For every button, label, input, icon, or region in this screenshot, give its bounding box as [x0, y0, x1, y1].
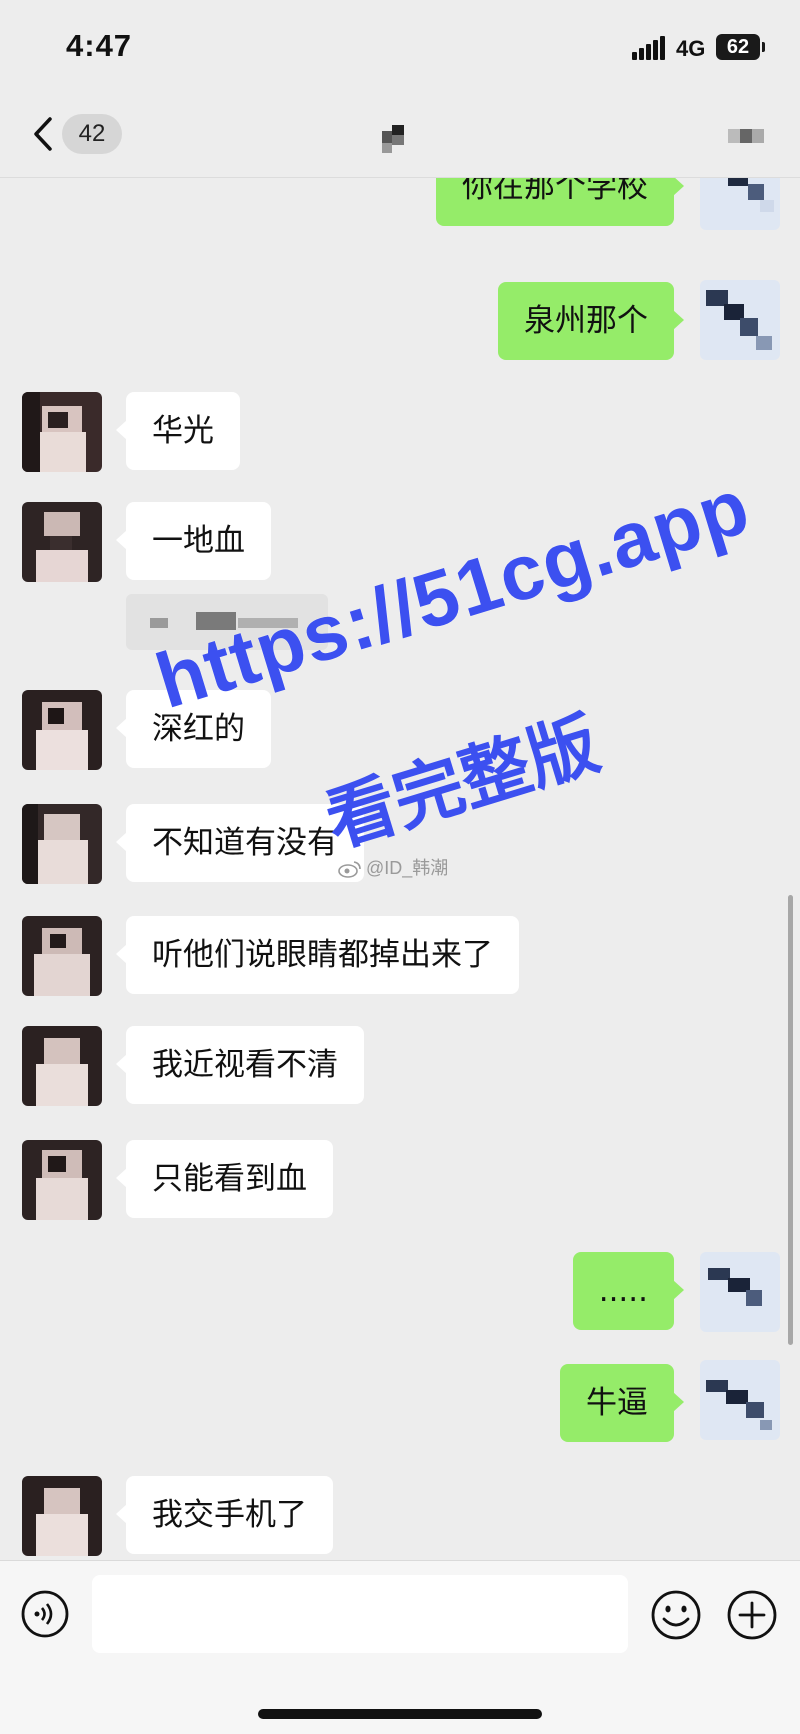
weibo-watermark: @ID_韩潮: [338, 854, 448, 880]
battery-level: 62: [726, 36, 750, 58]
message-row: 听他们说眼睛都掉出来了: [0, 916, 800, 996]
avatar[interactable]: [22, 1026, 102, 1106]
message-row: 只能看到血: [0, 1140, 800, 1220]
avatar[interactable]: [22, 502, 102, 582]
avatar[interactable]: [22, 392, 102, 472]
message-bubble[interactable]: 牛逼: [560, 1364, 684, 1442]
avatar[interactable]: [22, 804, 102, 884]
unread-count-badge[interactable]: 42: [62, 114, 122, 154]
message-bubble[interactable]: 泉州那个: [498, 282, 684, 360]
avatar[interactable]: [22, 1140, 102, 1220]
message-bubble[interactable]: 只能看到血: [116, 1140, 333, 1218]
message-row: 泉州那个: [0, 280, 800, 362]
network-type: 4G: [676, 36, 706, 61]
home-indicator: [258, 1709, 542, 1719]
voice-button[interactable]: [20, 1589, 70, 1639]
avatar[interactable]: [700, 1252, 780, 1332]
avatar[interactable]: [22, 1476, 102, 1556]
message-bubble[interactable]: 听他们说眼睛都掉出来了: [116, 916, 519, 994]
weibo-icon: [338, 861, 361, 879]
more-button[interactable]: [728, 125, 768, 147]
message-row: 你在那个学校: [0, 178, 800, 248]
plus-button[interactable]: [726, 1589, 778, 1641]
chat-title-censored: [382, 125, 418, 153]
chevron-left-icon: [34, 117, 52, 151]
avatar[interactable]: [700, 178, 780, 230]
message-bubble[interactable]: 我交手机了: [116, 1476, 333, 1554]
message-row: .....: [0, 1252, 800, 1332]
scrollbar[interactable]: [788, 895, 793, 1345]
battery-icon: 62: [716, 34, 765, 60]
avatar[interactable]: [22, 690, 102, 770]
signal-icon: [632, 36, 666, 60]
emoji-button[interactable]: [650, 1589, 702, 1641]
back-button[interactable]: [26, 113, 60, 155]
avatar[interactable]: [700, 280, 780, 360]
message-bubble[interactable]: .....: [572, 1252, 685, 1330]
message-bubble[interactable]: 一地血: [116, 502, 271, 580]
avatar[interactable]: [700, 1360, 780, 1440]
avatar[interactable]: [22, 916, 102, 996]
status-bar: 4:47 4G 62: [0, 0, 800, 95]
message-bubble[interactable]: 华光: [116, 392, 240, 470]
chat-header: 42: [0, 95, 800, 178]
message-row: 牛逼: [0, 1360, 800, 1444]
message-bubble[interactable]: 你在那个学校: [436, 178, 684, 226]
message-row: 华光: [0, 392, 800, 472]
voice-icon: [21, 1590, 69, 1638]
plus-icon: [727, 1590, 777, 1640]
message-row: 我近视看不清: [0, 1026, 800, 1106]
input-bar: [0, 1560, 800, 1734]
message-bubble[interactable]: 我近视看不清: [116, 1026, 364, 1104]
message-input[interactable]: [92, 1575, 628, 1653]
status-time: 4:47: [66, 28, 133, 63]
weibo-handle: @ID_韩潮: [366, 858, 449, 878]
emoji-icon: [651, 1590, 701, 1640]
message-row: 我交手机了: [0, 1476, 800, 1556]
more-icon: [728, 129, 764, 143]
